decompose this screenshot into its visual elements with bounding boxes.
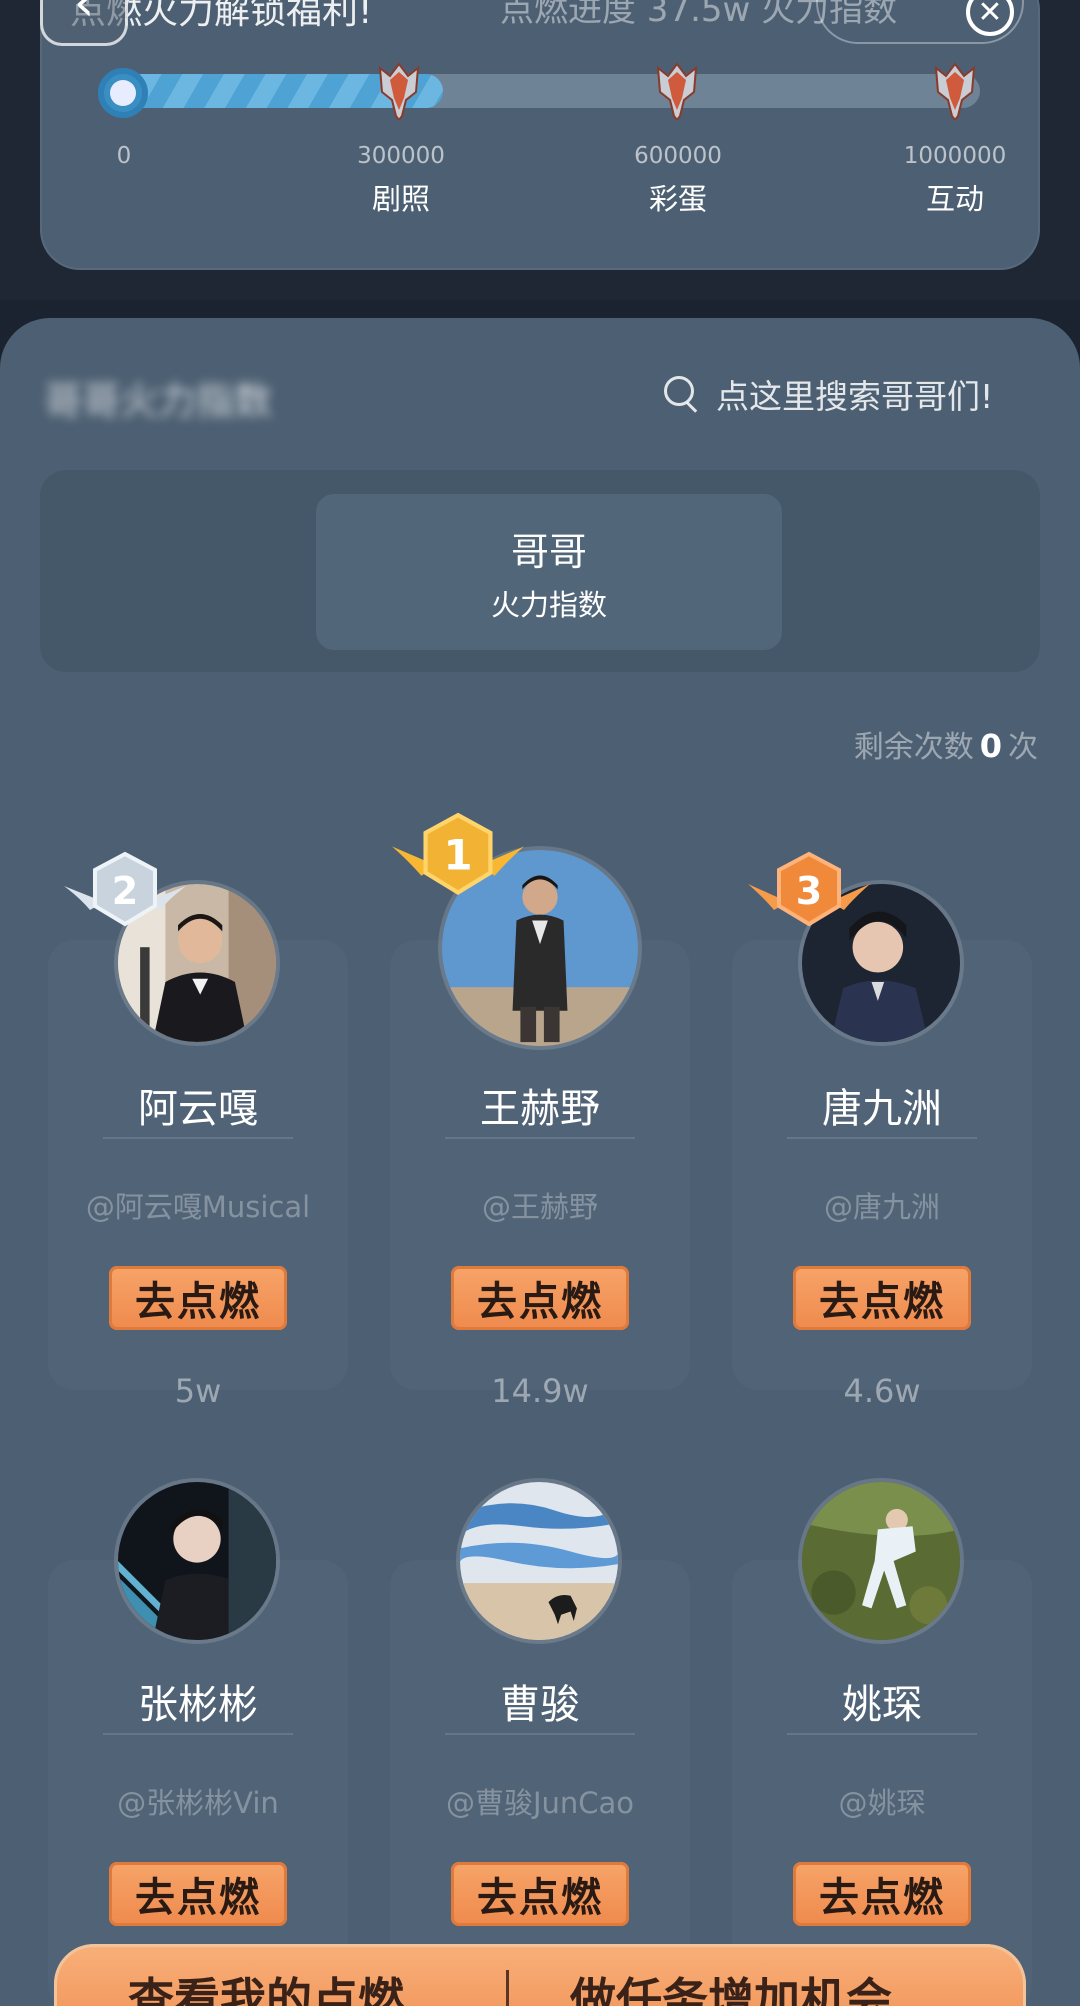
rank-3-badge-icon: 3: [748, 851, 870, 927]
heat-score: 4.6w: [843, 1372, 921, 1410]
card-divider: [445, 1733, 635, 1735]
milestone-value: 600000: [634, 143, 722, 169]
celebrity-handle: @唐九洲: [823, 1190, 940, 1224]
tab-brother-heat[interactable]: 哥哥 火力指数: [316, 494, 782, 650]
avatar[interactable]: [114, 1478, 280, 1644]
heat-score: 14.9w: [491, 1372, 589, 1410]
milestone-trophy-icon: [378, 62, 420, 120]
bottom-action-bar: 查看我的点燃 做任务增加机会: [54, 1944, 1026, 2006]
milestone-trophy-icon: [934, 62, 976, 120]
milestone-label: 彩蛋: [648, 182, 708, 216]
celebrity-handle: @阿云嘎Musical: [85, 1190, 311, 1224]
celebrity-name: 姚琛: [842, 1682, 922, 1728]
search-icon: [664, 376, 700, 412]
back-button[interactable]: ‹: [40, 0, 128, 46]
remaining-count: 剩余次数 0 次: [854, 722, 1038, 766]
card-divider: [103, 1137, 293, 1139]
celebrity-name: 张彬彬: [138, 1682, 258, 1728]
close-icon: ✕: [977, 0, 1003, 30]
rank-badge-number: 2: [112, 869, 138, 913]
celebrity-name: 唐九洲: [822, 1086, 942, 1132]
rank-2-badge-icon: 2: [64, 851, 186, 927]
celebrity-name: 阿云嘎: [138, 1086, 258, 1132]
burn-button[interactable]: 去点燃: [109, 1862, 287, 1926]
burn-button[interactable]: 去点燃: [451, 1862, 629, 1926]
celebrity-handle: @张彬彬Vin: [117, 1786, 279, 1820]
card-divider: [787, 1137, 977, 1139]
rank-badge-number: 3: [796, 869, 822, 913]
search-placeholder: 点这里搜索哥哥们!: [716, 377, 994, 416]
celebrity-handle: @王赫野: [481, 1190, 598, 1224]
card-divider: [787, 1733, 977, 1735]
burn-button[interactable]: 去点燃: [793, 1266, 971, 1330]
rank-1-badge-icon: 1: [392, 812, 524, 895]
chevron-left-icon: ‹: [73, 0, 95, 33]
milestone-value: 300000: [357, 143, 445, 169]
celebrity-name: 曹骏: [500, 1682, 580, 1728]
burn-button[interactable]: 去点燃: [793, 1862, 971, 1926]
milestone-value: 1000000: [903, 143, 1007, 169]
celebrity-name: 王赫野: [480, 1086, 600, 1132]
heat-score: 5w: [174, 1372, 222, 1410]
milestone-value: 0: [116, 143, 132, 169]
card-divider: [445, 1137, 635, 1139]
milestone-label: 剧照: [371, 182, 431, 216]
section-title-blurred: 哥哥火力指数: [44, 379, 273, 423]
avatar-photo: [802, 1482, 960, 1640]
rank-badge-number: 1: [443, 831, 472, 880]
remaining-number: 0: [979, 727, 1002, 765]
card-divider: [103, 1733, 293, 1735]
milestone-label: 互动: [925, 182, 985, 216]
search-bar[interactable]: 点这里搜索哥哥们!: [664, 370, 993, 418]
celebrity-handle: @姚琛: [838, 1786, 926, 1820]
celebrity-handle: @曹骏JunCao: [445, 1786, 635, 1820]
remaining-suffix: 次: [1008, 730, 1038, 765]
avatar[interactable]: [456, 1478, 622, 1644]
burn-button[interactable]: 去点燃: [451, 1266, 629, 1330]
avatar-photo: [118, 1482, 276, 1640]
progress-track: [120, 74, 980, 108]
avatar-photo: [460, 1482, 618, 1640]
milestone-trophy-icon: [656, 62, 698, 120]
remaining-prefix: 剩余次数: [853, 730, 974, 765]
view-my-burns-button[interactable]: 查看我的点燃: [128, 1964, 404, 2006]
progress-start-knob: [98, 68, 148, 118]
tab-title: 哥哥: [510, 529, 587, 574]
burn-button[interactable]: 去点燃: [109, 1266, 287, 1330]
avatar[interactable]: [798, 1478, 964, 1644]
bottom-bar-divider: [506, 1970, 509, 2006]
tab-subtitle: 火力指数: [490, 587, 607, 622]
do-tasks-button[interactable]: 做任务增加机会: [570, 1964, 892, 2006]
